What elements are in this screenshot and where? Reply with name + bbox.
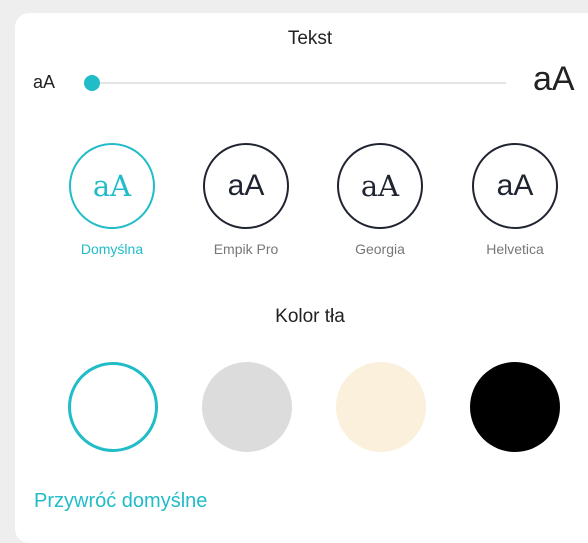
font-preview-default: aA <box>69 143 155 229</box>
font-size-slider[interactable] <box>88 82 506 84</box>
font-label-georgia: Georgia <box>355 241 405 257</box>
background-option-white[interactable] <box>68 362 158 452</box>
background-option-black[interactable] <box>470 362 560 452</box>
font-size-large-label: aA <box>533 60 575 98</box>
font-size-small-label: aA <box>33 72 56 92</box>
font-label-empik-pro: Empik Pro <box>213 241 279 257</box>
font-option-helvetica[interactable]: aA Helvetica <box>465 143 565 257</box>
background-section-title: Kolor tła <box>275 306 345 327</box>
font-size-slider-thumb[interactable] <box>84 75 100 91</box>
font-preview-empik-pro: aA <box>203 143 289 229</box>
font-option-georgia[interactable]: aA Georgia <box>330 143 430 257</box>
reset-defaults-link[interactable]: Przywróć domyślne <box>34 490 207 513</box>
text-settings-panel <box>15 13 588 543</box>
font-option-default[interactable]: aA Domyślna <box>62 143 162 257</box>
font-option-empik-pro[interactable]: aA Empik Pro <box>196 143 296 257</box>
background-option-sepia[interactable] <box>336 362 426 452</box>
font-label-default: Domyślna <box>80 241 144 257</box>
text-section-title: Tekst <box>287 28 333 49</box>
font-preview-georgia: aA <box>337 143 423 229</box>
font-label-helvetica: Helvetica <box>486 241 544 257</box>
font-preview-helvetica: aA <box>472 143 558 229</box>
background-option-gray[interactable] <box>202 362 292 452</box>
